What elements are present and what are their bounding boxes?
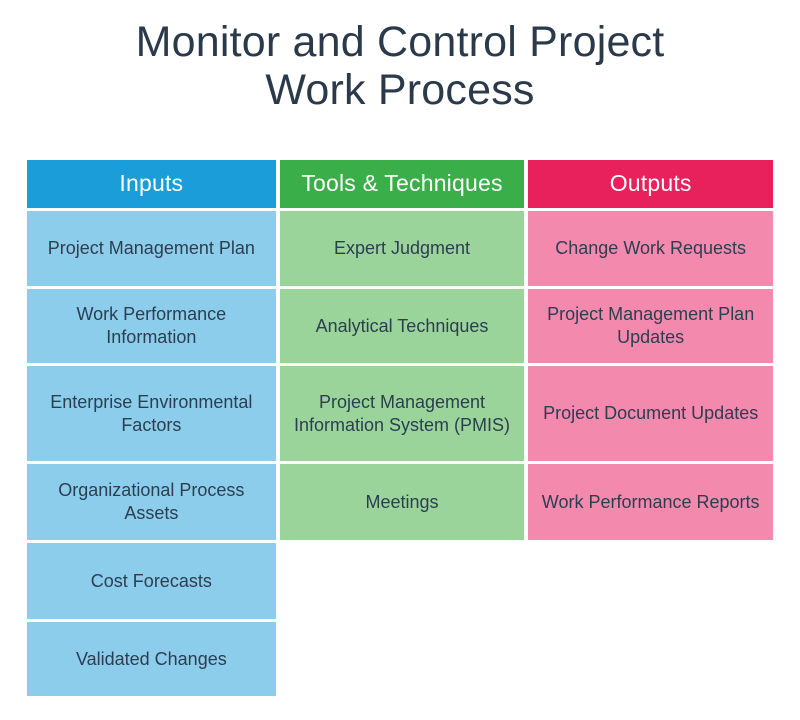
cell-label: Project Management Plan Updates	[547, 304, 755, 347]
cell-label: Organizational Process Assets	[58, 480, 245, 523]
list-item: Work Performance Information	[27, 289, 276, 363]
list-item: Project Management Plan Updates	[528, 289, 773, 363]
list-item: Project Management Plan	[27, 211, 276, 286]
ito-matrix: Inputs Project Management Plan Work Perf…	[27, 160, 773, 696]
list-item: Project Document Updates	[528, 366, 773, 461]
list-item: Analytical Techniques	[279, 289, 525, 363]
list-item: Organizational Process Assets	[27, 464, 276, 540]
cell-label: Work Performance Reports	[541, 491, 760, 512]
list-item: Change Work Requests	[528, 211, 773, 286]
cell-label: Work Performance Information	[76, 304, 227, 347]
column-tools-and-techniques: Tools & Techniques Expert Judgment Analy…	[279, 160, 525, 540]
column-header-inputs: Inputs	[27, 160, 276, 208]
column-inputs: Inputs Project Management Plan Work Perf…	[27, 160, 276, 696]
list-item: Project Management Information System (P…	[279, 366, 525, 461]
cell-label: Meetings	[365, 491, 439, 512]
cell-label: Enterprise Environmental Factors	[50, 391, 253, 435]
list-item: Enterprise Environmental Factors	[27, 366, 276, 461]
page-title: Monitor and Control Project Work Process	[0, 0, 800, 114]
cell-label: Expert Judgment	[333, 238, 471, 258]
page-title-line-2: Work Process	[265, 66, 535, 114]
cell-label: Cost Forecasts	[90, 570, 212, 591]
cell-label: Project Management Information System (P…	[293, 391, 511, 435]
list-item: Work Performance Reports	[528, 464, 773, 540]
infographic-canvas: Monitor and Control Project Work Process…	[0, 0, 800, 720]
column-outputs: Outputs Change Work Requests Project Man…	[528, 160, 773, 540]
list-item: Cost Forecasts	[27, 543, 276, 619]
list-item: Expert Judgment	[279, 211, 525, 286]
column-header-tools-and-techniques: Tools & Techniques	[279, 160, 525, 208]
cell-label: Change Work Requests	[555, 238, 747, 258]
list-item: Validated Changes	[27, 622, 276, 696]
cell-label: Project Management Plan	[47, 238, 255, 258]
cell-label: Analytical Techniques	[315, 315, 489, 336]
list-item: Meetings	[279, 464, 525, 540]
page-title-line-1: Monitor and Control Project	[135, 18, 665, 66]
cell-label: Validated Changes	[75, 648, 227, 669]
column-header-outputs: Outputs	[528, 160, 773, 208]
cell-label: Project Document Updates	[543, 403, 759, 423]
